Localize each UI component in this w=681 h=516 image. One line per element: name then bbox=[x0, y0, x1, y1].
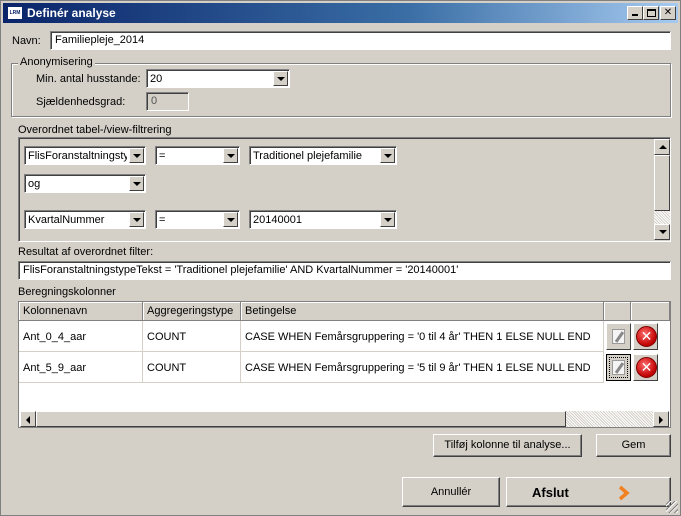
delete-icon: ✕ bbox=[636, 357, 657, 378]
title-bar[interactable]: LRM Definér analyse ✕ bbox=[3, 3, 678, 23]
table-row-1-aggregation[interactable]: COUNT bbox=[143, 321, 241, 352]
filter-1-operator-select[interactable]: = bbox=[155, 146, 240, 165]
edit-row-2-button[interactable] bbox=[606, 354, 631, 381]
close-icon: ✕ bbox=[663, 7, 673, 18]
minimize-button[interactable] bbox=[627, 6, 643, 20]
chevron-down-icon[interactable] bbox=[223, 148, 238, 163]
resize-grip[interactable] bbox=[666, 501, 678, 513]
edit-row-1-button[interactable] bbox=[606, 323, 631, 350]
name-label: Navn: bbox=[12, 35, 41, 47]
filter-2-value-select[interactable]: 20140001 bbox=[249, 210, 397, 229]
chevron-down-icon[interactable] bbox=[273, 71, 288, 86]
maximize-icon bbox=[646, 9, 656, 17]
result-filter-textbox[interactable]: FlisForanstaltningstypeTekst = 'Traditio… bbox=[18, 261, 671, 280]
filter-1-operator-value: = bbox=[159, 150, 166, 162]
table-row-2-name[interactable]: Ant_5_9_aar bbox=[19, 352, 143, 383]
filter-vertical-scrollbar[interactable] bbox=[654, 139, 670, 240]
delete-row-2-button[interactable]: ✕ bbox=[633, 354, 658, 381]
edit-icon bbox=[612, 360, 625, 375]
maximize-button[interactable] bbox=[643, 6, 659, 20]
delete-icon: ✕ bbox=[636, 326, 657, 347]
calc-columns-title: Beregningskolonner bbox=[18, 286, 116, 298]
chevron-down-icon[interactable] bbox=[129, 212, 144, 227]
chevron-down-icon[interactable] bbox=[380, 212, 395, 227]
table-row-1-name[interactable]: Ant_0_4_aar bbox=[19, 321, 143, 352]
name-input[interactable]: Familiepleje_2014 bbox=[50, 31, 671, 50]
chevron-down-icon[interactable] bbox=[223, 212, 238, 227]
filter-2-operator-value: = bbox=[159, 214, 166, 226]
edit-icon bbox=[612, 329, 625, 344]
filter-2-field-select[interactable]: KvartalNummer bbox=[24, 210, 146, 229]
column-header-name[interactable]: Kolonnenavn bbox=[19, 302, 143, 321]
filter-scroll-thumb[interactable] bbox=[654, 155, 670, 211]
add-column-button[interactable]: Tilføj kolonne til analyse... bbox=[433, 434, 582, 457]
arrow-right-icon bbox=[618, 485, 630, 501]
delete-row-1-button[interactable]: ✕ bbox=[633, 323, 658, 350]
min-households-value: 20 bbox=[150, 73, 163, 85]
scroll-up-icon[interactable] bbox=[654, 139, 670, 155]
column-header-edit bbox=[604, 302, 631, 321]
column-header-condition[interactable]: Betingelse bbox=[241, 302, 604, 321]
save-button[interactable]: Gem bbox=[596, 434, 671, 457]
chevron-down-icon[interactable] bbox=[129, 176, 144, 191]
filter-section-title: Overordnet tabel-/view-filtrering bbox=[18, 124, 172, 136]
filter-connector-value: og bbox=[28, 178, 41, 190]
scroll-right-icon[interactable] bbox=[653, 411, 669, 427]
column-header-delete bbox=[631, 302, 670, 321]
filter-2-value-value: 20140001 bbox=[253, 214, 302, 226]
table-row-2-condition[interactable]: CASE WHEN Femårsgruppering = '5 til 9 år… bbox=[241, 352, 604, 383]
grid-scroll-thumb[interactable] bbox=[36, 411, 566, 427]
filter-1-value-value: Traditionel plejefamilie bbox=[253, 150, 363, 162]
anonymisering-group: Anonymisering bbox=[11, 56, 671, 117]
filter-2-operator-select[interactable]: = bbox=[155, 210, 240, 229]
app-logo-icon: LRM bbox=[8, 7, 22, 19]
define-analysis-window: LRM Definér analyse ✕ Navn: Familiepleje… bbox=[0, 0, 681, 516]
chevron-down-icon[interactable] bbox=[129, 148, 144, 163]
table-row-2-aggregation[interactable]: COUNT bbox=[143, 352, 241, 383]
scroll-left-icon[interactable] bbox=[20, 411, 36, 427]
chevron-down-icon[interactable] bbox=[380, 148, 395, 163]
grid-horizontal-scrollbar[interactable] bbox=[20, 411, 669, 427]
filter-2-field-value: KvartalNummer bbox=[28, 214, 105, 226]
close-button[interactable]: ✕ bbox=[660, 6, 676, 20]
filter-connector-select[interactable]: og bbox=[24, 174, 146, 193]
min-households-label: Min. antal husstande: bbox=[36, 73, 141, 85]
column-header-aggregation[interactable]: Aggregeringstype bbox=[143, 302, 241, 321]
anonymisering-group-title: Anonymisering bbox=[18, 56, 95, 68]
finish-button-label: Afslut bbox=[532, 485, 569, 500]
window-title: Definér analyse bbox=[27, 6, 116, 20]
min-households-select[interactable]: 20 bbox=[146, 69, 290, 88]
filter-panel: FlisForanstaltningstype = Traditionel pl… bbox=[18, 137, 671, 242]
finish-button[interactable]: Afslut bbox=[506, 477, 671, 507]
calc-columns-grid: Kolonnenavn Aggregeringstype Betingelse … bbox=[18, 301, 671, 428]
scroll-down-icon[interactable] bbox=[654, 224, 670, 240]
filter-1-field-value: FlisForanstaltningstype bbox=[28, 150, 127, 162]
cancel-button[interactable]: Annullér bbox=[402, 477, 500, 507]
filter-1-value-select[interactable]: Traditionel plejefamilie bbox=[249, 146, 397, 165]
minimize-icon bbox=[632, 14, 638, 16]
rarity-label: Sjældenhedsgrad: bbox=[36, 96, 126, 108]
rarity-input[interactable]: 0 bbox=[146, 92, 189, 111]
result-label: Resultat af overordnet filter: bbox=[18, 246, 154, 258]
filter-1-field-select[interactable]: FlisForanstaltningstype bbox=[24, 146, 146, 165]
table-row-1-condition[interactable]: CASE WHEN Femårsgruppering = '0 til 4 år… bbox=[241, 321, 604, 352]
